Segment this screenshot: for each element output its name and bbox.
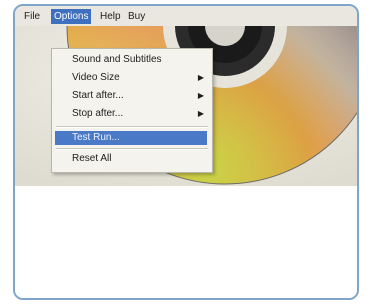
app-window: File Options Help Buy Sound and Subtitle… <box>13 4 359 300</box>
menu-item-sound-and-subtitles[interactable]: Sound and Subtitles <box>52 53 212 67</box>
menu-options[interactable]: Options <box>51 9 92 24</box>
menu-bar: File Options Help Buy <box>15 6 357 26</box>
menu-item-start-after[interactable]: Start after... ▶ <box>52 89 212 103</box>
menu-separator <box>56 126 208 128</box>
menu-item-label: Start after... <box>72 90 124 101</box>
menu-item-reset-all[interactable]: Reset All <box>52 152 212 166</box>
menu-item-label: Reset All <box>72 153 112 164</box>
empty-content-area <box>15 186 357 298</box>
menu-item-label: Video Size <box>72 72 120 83</box>
submenu-arrow-icon: ▶ <box>197 109 204 118</box>
menu-help[interactable]: Help <box>97 10 124 23</box>
menu-item-stop-after[interactable]: Stop after... ▶ <box>52 107 212 121</box>
disc-artwork: Sound and Subtitles Video Size ▶ Start a… <box>15 26 357 186</box>
submenu-arrow-icon: ▶ <box>197 73 204 82</box>
menu-item-label: Sound and Subtitles <box>72 54 162 65</box>
menu-item-video-size[interactable]: Video Size ▶ <box>52 71 212 85</box>
menu-item-label: Stop after... <box>72 108 124 119</box>
menu-buy[interactable]: Buy <box>125 10 148 23</box>
menu-file[interactable]: File <box>21 10 43 23</box>
options-dropdown-menu: Sound and Subtitles Video Size ▶ Start a… <box>51 48 213 173</box>
menu-item-test-run[interactable]: Test Run... <box>55 131 207 145</box>
menu-separator <box>56 148 208 150</box>
submenu-arrow-icon: ▶ <box>197 91 204 100</box>
menu-item-label: Test Run... <box>72 132 120 143</box>
